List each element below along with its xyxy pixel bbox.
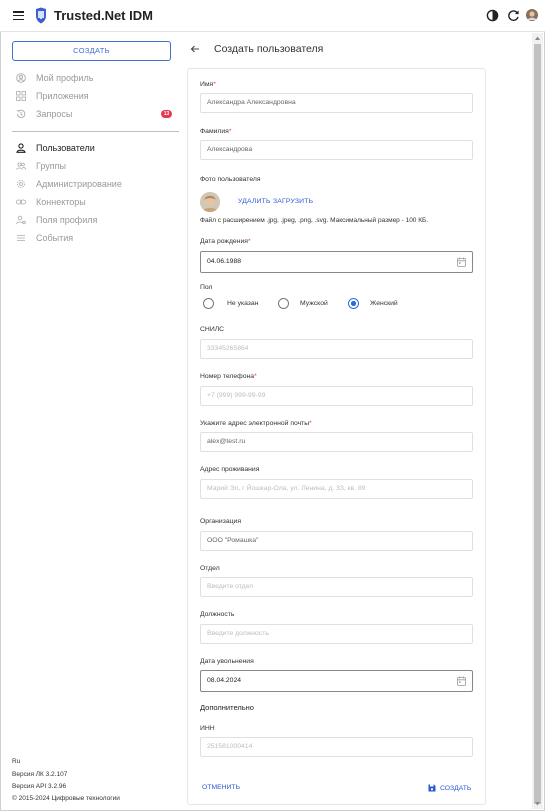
position-field[interactable]: Введите должность: [200, 624, 473, 644]
back-arrow-icon[interactable]: [190, 44, 200, 54]
address-label: Адрес проживания: [200, 466, 260, 473]
refresh-icon[interactable]: [507, 9, 520, 22]
gender-option-label: Мужской: [300, 300, 328, 307]
sidebar-item-label: Коннекторы: [36, 197, 86, 207]
create-button[interactable]: СОЗДАТЬ: [12, 41, 171, 61]
gender-radio-unspecified[interactable]: [203, 298, 214, 309]
organization-label: Организация: [200, 518, 241, 525]
requests-count-badge: 13: [161, 110, 172, 118]
email-label: Укажите адрес электронной почты*: [200, 420, 312, 427]
sidebar-item-administration[interactable]: Администрирование: [16, 177, 176, 191]
gender-option-label: Женский: [370, 300, 398, 307]
page-title: Создать пользователя: [214, 43, 324, 55]
calendar-icon[interactable]: [457, 257, 466, 267]
sidebar-item-label: Администрирование: [36, 179, 122, 189]
user-icon: [16, 143, 26, 153]
organization-field[interactable]: ООО "Ромашка": [200, 531, 473, 551]
top-bar: Trusted.Net IDM: [0, 0, 545, 32]
dismissal-date-label: Дата увольнения: [200, 658, 254, 665]
sidebar-item-my-profile[interactable]: Мой профиль: [16, 71, 176, 85]
address-field[interactable]: Марий Эл, г Йошкар-Ола, ул. Ленина, д. 3…: [200, 479, 473, 499]
email-field[interactable]: alex@test.ru: [200, 432, 473, 452]
snils-label: СНИЛС: [200, 326, 225, 333]
sidebar-item-label: Мой профиль: [36, 73, 94, 83]
last-name-field[interactable]: Александрова: [200, 140, 473, 160]
gender-radio-male[interactable]: [278, 298, 289, 309]
logo-icon: [36, 7, 46, 24]
scroll-up-icon[interactable]: [534, 35, 541, 42]
sidebar-item-groups[interactable]: Группы: [16, 159, 176, 173]
last-name-label: Фамилия*: [200, 128, 232, 135]
additional-section-title: Дополнительно: [200, 703, 254, 712]
sidebar-item-requests[interactable]: Запросы: [16, 107, 176, 121]
sidebar-item-apps[interactable]: Приложения: [16, 89, 176, 103]
sidebar-item-events[interactable]: События: [16, 231, 176, 245]
sidebar-item-label: Группы: [36, 161, 66, 171]
delete-photo-button[interactable]: УДАЛИТЬ: [238, 198, 271, 205]
theme-icon[interactable]: [486, 9, 499, 22]
sidebar-divider: [12, 131, 179, 132]
history-icon: [16, 109, 26, 119]
profile-fields-icon: [16, 215, 26, 225]
phone-field[interactable]: +7 (999) 999-99-99: [200, 386, 473, 406]
sidebar-item-profile-fields[interactable]: Поля профиля: [16, 213, 176, 227]
version-lk: Версия ЛК 3.2.107: [12, 771, 68, 778]
group-icon: [16, 161, 26, 171]
link-icon: [16, 197, 26, 207]
menu-icon[interactable]: [13, 11, 24, 21]
snils-field[interactable]: 33345265864: [200, 339, 473, 359]
birth-date-label: Дата рождения*: [200, 238, 251, 245]
gender-option-label: Не указан: [227, 300, 259, 307]
inn-field[interactable]: 251581000414: [200, 737, 473, 757]
photo-hint: Файл с расширением .jpg, .jpeg, .png, .s…: [200, 217, 429, 224]
department-label: Отдел: [200, 565, 220, 572]
phone-label: Номер телефона*: [200, 373, 257, 380]
department-field[interactable]: Введите отдел: [200, 577, 473, 597]
save-icon: [428, 784, 436, 792]
first-name-field[interactable]: Александра Александровна: [200, 93, 473, 113]
version-api: Версия API 3.2.96: [12, 783, 67, 790]
gear-icon: [16, 179, 26, 189]
upload-photo-button[interactable]: ЗАГРУЗИТЬ: [273, 198, 313, 205]
cancel-button[interactable]: ОТМЕНИТЬ: [202, 784, 240, 791]
copyright: © 2015-2024 Цифровые технологии: [12, 795, 120, 802]
apps-icon: [16, 91, 26, 101]
scrollbar-thumb[interactable]: [534, 44, 541, 804]
sidebar-item-users[interactable]: Пользователи: [16, 141, 176, 155]
dismissal-date-value: 08.04.2024: [207, 677, 242, 684]
scroll-down-icon[interactable]: [534, 800, 541, 807]
list-icon: [16, 233, 26, 243]
user-avatar[interactable]: [526, 9, 538, 21]
inn-label: ИНН: [200, 725, 215, 732]
submit-create-button[interactable]: СОЗДАТЬ: [428, 782, 471, 794]
dismissal-date-field[interactable]: 08.04.2024: [200, 670, 473, 692]
birth-date-value: 04.06.1988: [207, 258, 242, 265]
sidebar-item-label: Запросы: [36, 109, 73, 119]
gender-radio-female[interactable]: [348, 298, 359, 309]
calendar-icon[interactable]: [457, 676, 466, 686]
app-title: Trusted.Net IDM: [54, 8, 153, 23]
user-photo-avatar: [200, 192, 220, 212]
position-label: Должность: [200, 611, 235, 618]
sidebar-item-label: Приложения: [36, 91, 89, 101]
first-name-label: Имя*: [200, 81, 216, 88]
sidebar-item-label: Поля профиля: [36, 215, 98, 225]
gender-label: Пол: [200, 284, 213, 291]
sidebar-item-label: События: [36, 233, 74, 243]
user-circle-icon: [16, 73, 26, 83]
submit-label: СОЗДАТЬ: [440, 784, 472, 792]
photo-label: Фото пользователя: [200, 176, 261, 183]
sidebar-item-label: Пользователи: [36, 143, 95, 153]
language-switch[interactable]: Ru: [12, 758, 20, 765]
sidebar-item-connectors[interactable]: Коннекторы: [16, 195, 176, 209]
birth-date-field[interactable]: 04.06.1988: [200, 251, 473, 273]
